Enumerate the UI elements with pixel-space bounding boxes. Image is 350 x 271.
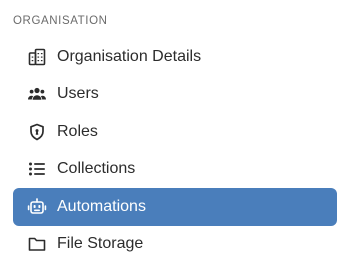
sidebar-item-roles[interactable]: Roles	[13, 113, 337, 151]
users-icon	[26, 83, 48, 105]
section-heading: ORGANISATION	[13, 15, 108, 27]
folder-icon	[26, 233, 48, 255]
sidebar-item-label: Automations	[57, 197, 146, 215]
sidebar-item-organisation-details[interactable]: Organisation Details	[13, 38, 337, 76]
sidebar-item-label: Organisation Details	[57, 47, 202, 65]
building-icon	[26, 46, 48, 68]
sidebar-item-automations[interactable]: Automations	[13, 188, 337, 226]
robot-icon	[26, 196, 48, 218]
list-icon	[26, 158, 48, 180]
sidebar-item-label: Collections	[57, 160, 136, 178]
sidebar-item-file-storage[interactable]: File Storage	[13, 226, 337, 264]
sidebar-item-label: Roles	[57, 122, 98, 140]
shield-icon	[26, 121, 48, 143]
sidebar-item-users[interactable]: Users	[13, 76, 337, 114]
nav-list: Organisation Details Users Roles Collect…	[13, 38, 337, 263]
sidebar: ORGANISATION Organisation Details Users …	[0, 0, 350, 271]
sidebar-item-collections[interactable]: Collections	[13, 151, 337, 189]
sidebar-item-label: File Storage	[57, 235, 144, 253]
sidebar-item-label: Users	[57, 85, 99, 103]
